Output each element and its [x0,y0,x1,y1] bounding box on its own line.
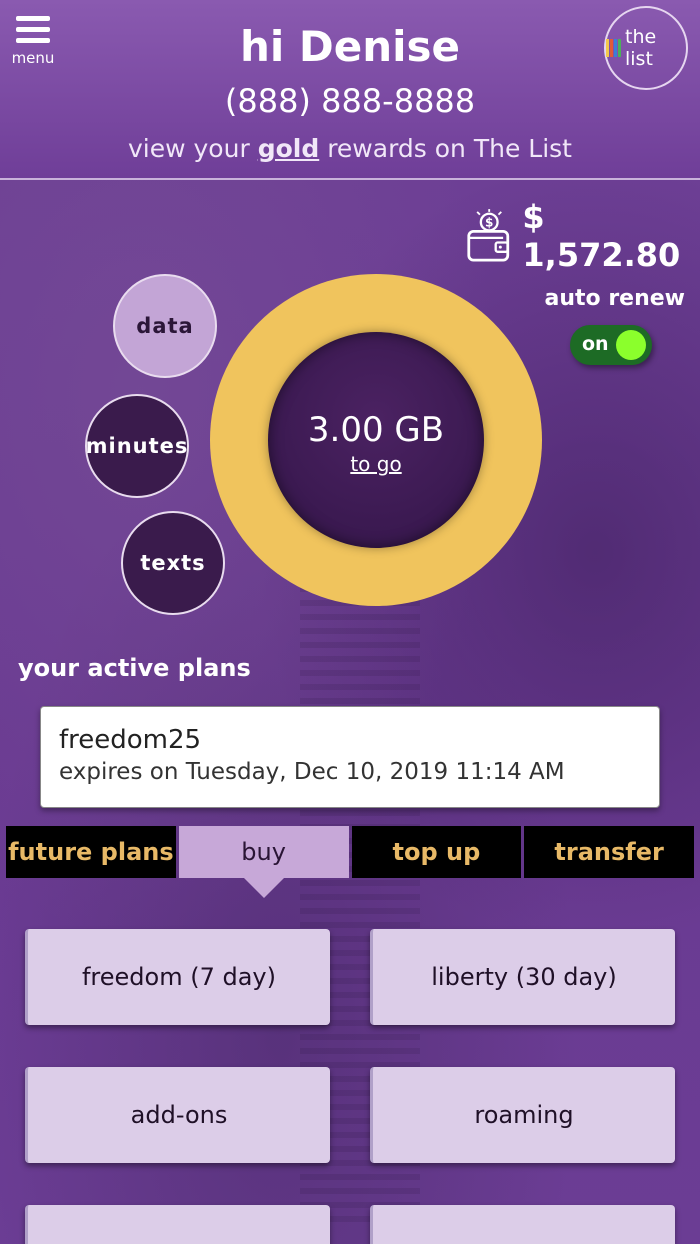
buy-freedom-button[interactable]: freedom (7 day) [25,929,330,1025]
color-bars-icon [606,39,621,57]
svg-text:$: $ [485,216,493,230]
rewards-prefix: view your [128,134,250,163]
plan-expiry: expires on Tuesday, Dec 10, 2019 11:14 A… [59,759,565,785]
toggle-state-label: on [582,333,609,355]
usage-data-button[interactable]: data [113,274,217,378]
usage-ring: 3.00 GB to go [210,274,542,606]
active-plans-title: your active plans [18,654,251,682]
remaining-amount: 3.00 GB [307,410,445,450]
plan-tabs: future plans buy top up transfer [6,826,694,898]
greeting-title: hi Denise [239,22,461,71]
tab-top-up[interactable]: top up [351,826,522,878]
rewards-suffix: rewards on The List [327,134,572,163]
rewards-tier[interactable]: gold [258,134,320,163]
buy-option-button[interactable] [25,1205,330,1244]
tab-future-plans[interactable]: future plans [6,826,176,878]
remaining-label[interactable]: to go [268,452,484,476]
the-list-label: the list [625,26,657,70]
buy-addons-button[interactable]: add-ons [25,1067,330,1163]
header: menu hi Denise (888) 888-8888 view your … [0,0,700,180]
balance-display[interactable]: $ $ 1,572.80 [466,198,700,274]
active-plan-card[interactable]: freedom25 expires on Tuesday, Dec 10, 20… [40,706,660,808]
usage-ring-center: 3.00 GB to go [268,332,484,548]
rewards-link[interactable]: view your gold rewards on The List [0,134,700,163]
auto-renew-label: auto renew [544,286,685,311]
buy-roaming-button[interactable]: roaming [370,1067,675,1163]
usage-texts-button[interactable]: texts [121,511,225,615]
balance-amount: $ 1,572.80 [522,198,681,274]
tab-buy[interactable]: buy [178,826,349,898]
tab-transfer[interactable]: transfer [524,826,694,878]
the-list-button[interactable]: the list [604,6,688,90]
plan-name: freedom25 [59,725,202,755]
auto-renew-toggle[interactable]: on [570,325,652,365]
wallet-dollar-icon: $ [467,209,510,262]
phone-number: (888) 888-8888 [224,82,476,120]
buy-liberty-button[interactable]: liberty (30 day) [370,929,675,1025]
toggle-knob [616,330,646,360]
usage-minutes-button[interactable]: minutes [85,394,189,498]
buy-option-button[interactable] [370,1205,675,1244]
